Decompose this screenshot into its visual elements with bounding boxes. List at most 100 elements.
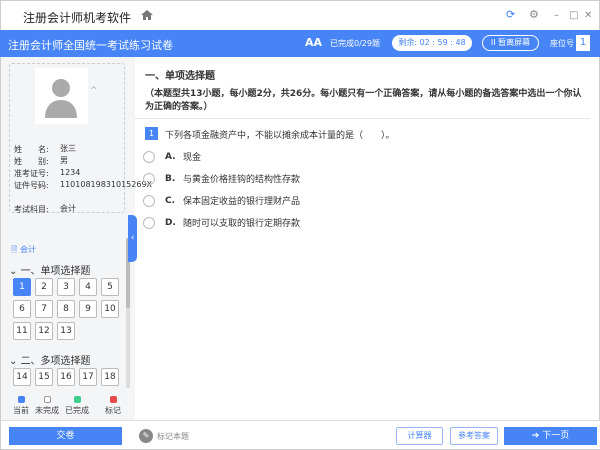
exam-title: 注册会计师全国统一考试练习试卷 <box>8 39 173 52</box>
section-title: 一、单项选择题 <box>145 71 215 82</box>
legend-label: 当前 <box>13 406 29 415</box>
legend-label: 标记 <box>105 406 121 415</box>
next-page-label: 下一页 <box>542 431 570 441</box>
nav-section-header[interactable]: ⌄ 二、多项选择题 <box>9 352 91 367</box>
radio-button[interactable] <box>143 194 155 207</box>
legend-label: 未完成 <box>35 406 59 415</box>
question-text: 下列各项金融资产中，不能以摊余成本计量的是（ ）。 <box>165 131 395 141</box>
section-description: （本题型共13小题，每小题2分，共26分。每小题只有一个正确答案，请从每小题的备… <box>145 89 582 112</box>
left-panel: ^ 姓 名: 张三姓 别: 男准考证号: 1234 证件号码: 1101081983101… <box>0 57 152 420</box>
question-nav-button[interactable]: 2 <box>35 278 53 296</box>
candidate-field: 准考证号: 1234 <box>14 168 120 179</box>
app-title: 注册会计师机考软件 <box>23 11 132 25</box>
seat-label: 座位号 <box>550 39 574 48</box>
calculator-button[interactable]: 计算器 <box>396 427 443 445</box>
option-text: 与黄金价格挂钩的结构性存款 <box>183 175 301 185</box>
main-scrollbar[interactable] <box>590 57 600 420</box>
answer-option[interactable]: D. 随时可以支取的银行定期存款 <box>143 216 300 229</box>
legend-swatch <box>17 396 25 403</box>
legend-swatch <box>73 396 81 403</box>
option-letter: A. <box>165 151 176 162</box>
answer-option[interactable]: A. 现金 <box>143 150 201 163</box>
refresh-icon[interactable]: ⟳ <box>506 8 515 21</box>
close-icon[interactable]: ✕ <box>584 10 592 21</box>
question-nav-button[interactable]: 18 <box>101 368 119 386</box>
question-nav-button[interactable]: 6 <box>13 300 31 318</box>
next-page-button[interactable]: ➔ 下一页 <box>504 427 597 445</box>
question-number: 1 <box>145 127 158 140</box>
option-letter: C. <box>165 195 176 206</box>
question-nav-button[interactable]: 17 <box>79 368 97 386</box>
question-nav-button[interactable]: 11 <box>13 322 31 340</box>
mark-question-button[interactable]: 标记本题 <box>157 431 189 442</box>
question-nav-button[interactable]: 7 <box>35 300 53 318</box>
timer: 剩余: 02 : 59 : 48 <box>392 35 472 51</box>
pin-icon[interactable]: ✎ <box>139 429 153 443</box>
field-label: 准考证号: <box>14 169 49 178</box>
legend-item: 当前 <box>7 396 35 416</box>
maximize-icon[interactable]: □ <box>569 10 578 21</box>
exam-header: 注册会计师全国统一考试练习试卷 AA 已完成0/29题 剩余: 02 : 59 … <box>0 30 600 57</box>
option-letter: B. <box>165 173 176 184</box>
option-text: 随时可以支取的银行定期存款 <box>183 219 301 229</box>
legend-item: 未完成 <box>33 396 61 416</box>
footer-bar: 交卷 ✎ 标记本题 计算器 参考答案 ➔ 下一页 <box>0 420 600 450</box>
gear-icon[interactable]: ⚙ <box>529 8 539 21</box>
answer-option[interactable]: C. 保本固定收益的银行理财产品 <box>143 194 300 207</box>
arrow-right-icon: ➔ <box>531 431 543 441</box>
candidate-field: 考试科目: 会计 <box>14 204 120 215</box>
subject-label: 🗎 会计 <box>11 245 36 254</box>
font-size-icon[interactable]: AA <box>305 36 322 49</box>
radio-button[interactable] <box>143 150 155 163</box>
pause-button[interactable]: II 暂离屏幕 <box>482 35 539 51</box>
submit-button[interactable]: 交卷 <box>9 427 122 445</box>
question-nav-button[interactable]: 14 <box>13 368 31 386</box>
question-nav-button[interactable]: 16 <box>57 368 75 386</box>
question-area: 一、单项选择题 （本题型共13小题，每小题2分，共26分。每小题只有一个正确答案… <box>135 57 590 420</box>
question-nav-button[interactable]: 15 <box>35 368 53 386</box>
reference-answer-button[interactable]: 参考答案 <box>450 427 498 445</box>
home-icon[interactable] <box>141 9 153 21</box>
radio-button[interactable] <box>143 172 155 185</box>
candidate-card: ^ 姓 名: 张三姓 别: 男准考证号: 1234 证件号码: 1101081983101… <box>9 63 152 215</box>
option-letter: D. <box>165 217 176 228</box>
question-nav-button[interactable]: 5 <box>101 278 119 296</box>
answer-option[interactable]: B. 与黄金价格挂钩的结构性存款 <box>143 172 300 185</box>
field-label: 姓 名: <box>14 145 49 154</box>
question-nav-button[interactable]: 13 <box>57 322 75 340</box>
minimize-icon[interactable]: – <box>554 10 559 21</box>
field-value: 1234 <box>60 168 81 177</box>
question-nav-button[interactable]: 12 <box>35 322 53 340</box>
option-text: 现金 <box>183 153 202 163</box>
question-nav-button[interactable]: 1 <box>13 278 31 296</box>
question-nav-button[interactable]: 8 <box>57 300 75 318</box>
question-nav-button[interactable]: 9 <box>79 300 97 318</box>
section-name: 一、单项选择题 <box>20 266 91 277</box>
subject-name: 会计 <box>19 245 36 254</box>
candidate-field: 证件号码: 11010819831015269X <box>14 180 152 191</box>
radio-button[interactable] <box>143 216 155 229</box>
question-nav-button[interactable]: 10 <box>101 300 119 318</box>
field-label: 姓 别: <box>14 157 49 166</box>
question-nav-button[interactable]: 3 <box>57 278 75 296</box>
legend-item: 标记 <box>99 396 127 416</box>
collapse-card-icon[interactable]: ^ <box>90 86 98 96</box>
section-name: 二、多项选择题 <box>20 356 91 367</box>
field-label: 证件号码: <box>14 181 49 190</box>
field-value: 会计 <box>60 204 76 213</box>
nav-section-header[interactable]: ⌄ 一、单项选择题 <box>9 262 91 277</box>
title-bar: 注册会计师机考软件 ⟳ ⚙ – □ ✕ <box>0 0 600 30</box>
chevron-down-icon: ⌄ <box>9 266 21 277</box>
question-nav-button[interactable]: 4 <box>79 278 97 296</box>
candidate-field: 姓 名: 张三 <box>14 144 120 155</box>
field-value: 男 <box>60 156 68 165</box>
field-label: 考试科目: <box>14 205 49 214</box>
chevron-down-icon: ⌄ <box>9 356 21 367</box>
progress-text: 已完成0/29题 <box>330 39 380 48</box>
field-value: 张三 <box>60 144 76 153</box>
legend-swatch <box>43 396 51 403</box>
seat-number: 1 <box>576 35 590 51</box>
legend-label: 已完成 <box>65 406 89 415</box>
avatar <box>35 68 88 124</box>
legend-item: 已完成 <box>63 396 91 416</box>
